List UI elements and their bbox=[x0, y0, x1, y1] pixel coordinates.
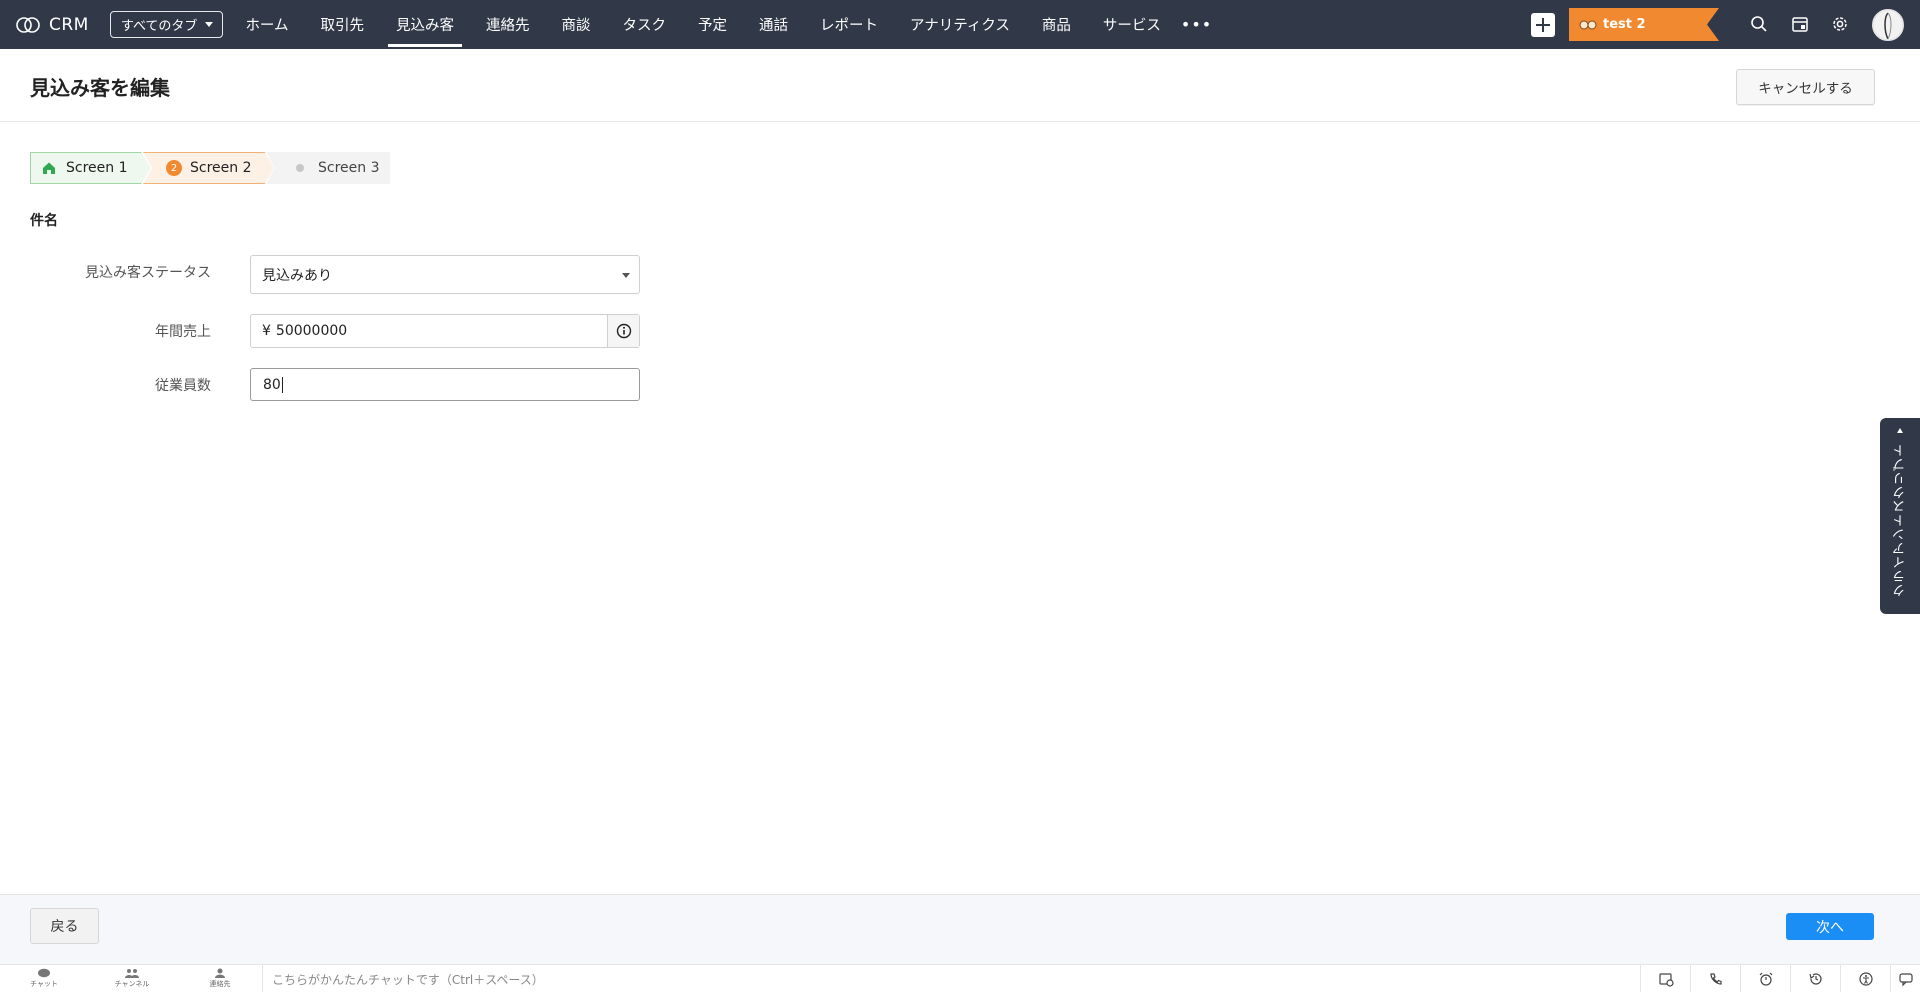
chevron-down-icon bbox=[205, 22, 214, 27]
page-header: 見込み客を編集 bbox=[0, 49, 1920, 122]
bottom-item-chat[interactable]: チャット bbox=[0, 965, 88, 992]
tab-home[interactable]: ホーム bbox=[237, 0, 296, 49]
phone-button[interactable] bbox=[1690, 965, 1740, 992]
bottom-chat-bar: チャット チャンネル 連絡先 こちらがかんたんチャットです（Ctrl＋スペース） bbox=[0, 964, 1920, 992]
tab-leads[interactable]: 見込み客 bbox=[388, 0, 463, 49]
form-action-bar: 戻る 次へ bbox=[0, 894, 1920, 964]
employees-input[interactable]: 80 bbox=[250, 368, 640, 401]
cancel-button[interactable]: キャンセルする bbox=[1736, 69, 1875, 105]
org-logo-icon bbox=[1579, 20, 1597, 29]
lead-status-value: 見込みあり bbox=[262, 267, 332, 284]
annual-revenue-label: 年間売上 bbox=[155, 324, 211, 340]
tab-accounts[interactable]: 取引先 bbox=[313, 0, 373, 49]
caret-up-icon bbox=[1897, 428, 1903, 433]
annual-revenue-input[interactable]: ¥ 50000000 bbox=[250, 314, 640, 348]
bottom-item-label: チャンネル bbox=[114, 980, 150, 988]
text-cursor bbox=[281, 376, 283, 393]
alarm-icon bbox=[1759, 972, 1772, 986]
lead-status-select[interactable]: 見込みあり bbox=[250, 255, 640, 294]
tab-deals[interactable]: 商談 bbox=[554, 0, 599, 49]
bottom-item-label: チャット bbox=[30, 980, 58, 988]
tab-tasks[interactable]: タスク bbox=[615, 0, 675, 49]
client-script-panel-toggle[interactable]: クライアントスクリプト bbox=[1880, 418, 1920, 614]
currency-symbol: ¥ bbox=[262, 323, 271, 339]
client-script-label: クライアントスクリプト bbox=[1892, 443, 1908, 597]
bottom-item-contacts[interactable]: 連絡先 bbox=[176, 965, 264, 992]
tab-services[interactable]: サービス bbox=[1095, 0, 1169, 49]
chat-bubble-button[interactable] bbox=[1890, 965, 1920, 992]
page-title: 見込み客を編集 bbox=[30, 76, 170, 100]
tab-calls[interactable]: 通話 bbox=[751, 0, 796, 49]
step-label: Screen 1 bbox=[66, 160, 128, 176]
org-name: test 2 bbox=[1603, 17, 1646, 32]
calendar-activity-icon bbox=[1658, 973, 1674, 987]
user-avatar[interactable] bbox=[1872, 9, 1904, 41]
tab-meetings[interactable]: 予定 bbox=[690, 0, 735, 49]
phone-icon bbox=[1709, 973, 1722, 985]
step-dot-icon bbox=[296, 164, 304, 172]
info-button[interactable] bbox=[607, 315, 639, 347]
accessibility-icon bbox=[1858, 972, 1873, 986]
all-tabs-dropdown[interactable]: すべてのタブ bbox=[109, 11, 224, 38]
bottom-item-channel[interactable]: チャンネル bbox=[88, 965, 176, 992]
quick-create-button[interactable] bbox=[1531, 13, 1555, 37]
tab-analytics[interactable]: アナリティクス bbox=[902, 0, 1018, 49]
chevron-down-icon bbox=[622, 273, 630, 278]
history-icon bbox=[1808, 973, 1822, 985]
next-button[interactable]: 次へ bbox=[1786, 913, 1874, 940]
step-outline bbox=[143, 152, 274, 184]
tab-reports[interactable]: レポート bbox=[812, 0, 886, 49]
tab-contacts[interactable]: 連絡先 bbox=[478, 0, 538, 49]
app-name: CRM bbox=[49, 14, 89, 35]
crm-logo[interactable]: CRM bbox=[15, 15, 89, 35]
gear-icon[interactable] bbox=[1831, 15, 1849, 33]
step-indicator: Screen 1 2 Screen 2 Screen 3 bbox=[30, 152, 390, 184]
back-button[interactable]: 戻る bbox=[30, 908, 99, 944]
lead-status-label: 見込み客ステータス bbox=[85, 265, 211, 281]
step-screen-3[interactable]: Screen 3 bbox=[266, 152, 390, 184]
crm-logo-icon bbox=[16, 16, 40, 33]
annual-revenue-value: 50000000 bbox=[275, 323, 348, 339]
org-switcher[interactable]: test 2 bbox=[1569, 8, 1719, 41]
user-avatar-icon bbox=[1874, 11, 1902, 39]
accessibility-button[interactable] bbox=[1840, 965, 1890, 992]
more-tabs-icon[interactable]: ••• bbox=[1181, 15, 1212, 34]
module-tabs: ホーム 取引先 見込み客 連絡先 商談 タスク 予定 通話 レポート アナリティ… bbox=[237, 0, 1184, 49]
top-navigation-bar: CRM すべてのタブ ホーム 取引先 見込み客 連絡先 商談 タスク 予定 通話… bbox=[0, 0, 1920, 49]
employees-label: 従業員数 bbox=[155, 378, 211, 394]
home-icon bbox=[43, 162, 55, 174]
info-icon bbox=[616, 323, 631, 339]
search-icon[interactable] bbox=[1750, 15, 1768, 33]
section-title: 件名 bbox=[30, 213, 58, 229]
history-button[interactable] bbox=[1790, 965, 1840, 992]
step-screen-2[interactable]: 2 Screen 2 bbox=[143, 152, 274, 184]
chat-bubble-icon bbox=[1898, 973, 1913, 987]
channel-icon bbox=[125, 969, 139, 978]
bottom-right-tools bbox=[1640, 965, 1920, 992]
step-label: Screen 3 bbox=[318, 160, 380, 176]
calendar-activity-button[interactable] bbox=[1640, 965, 1690, 992]
all-tabs-label: すべてのタブ bbox=[120, 19, 198, 34]
alarm-button[interactable] bbox=[1740, 965, 1790, 992]
employees-value: 80 bbox=[263, 376, 281, 393]
quick-chat-input[interactable]: こちらがかんたんチャットです（Ctrl＋スペース） bbox=[262, 965, 1642, 992]
tab-products[interactable]: 商品 bbox=[1034, 0, 1079, 49]
chat-icon bbox=[38, 968, 50, 978]
step-screen-1[interactable]: Screen 1 bbox=[30, 152, 151, 184]
contact-icon bbox=[215, 968, 225, 978]
bottom-item-label: 連絡先 bbox=[209, 980, 231, 988]
calendar-icon[interactable] bbox=[1791, 15, 1809, 33]
